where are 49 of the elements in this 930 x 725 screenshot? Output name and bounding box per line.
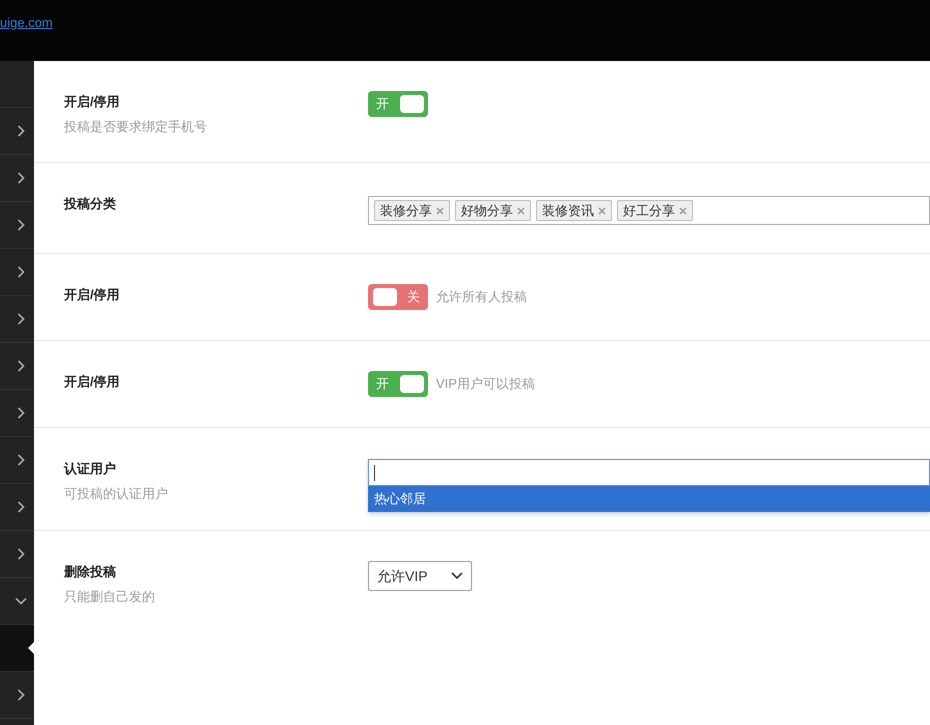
chevron-icon xyxy=(17,172,25,184)
setting-label: 开启/停用 xyxy=(64,286,121,304)
toggle-switch[interactable]: 关 xyxy=(368,284,428,310)
toggle-label: 关 xyxy=(406,288,421,306)
chevron-icon xyxy=(17,313,25,325)
setting-label: 投稿分类 xyxy=(64,195,117,213)
suggestion-option[interactable]: 热心邻居 xyxy=(368,486,930,512)
setting-description: 只能删自己发的 xyxy=(64,588,156,606)
setting-label: 开启/停用 xyxy=(64,373,121,391)
hint-text: VIP用户可以投稿 xyxy=(436,375,535,394)
toggle-switch[interactable]: 开 xyxy=(368,91,428,117)
sidebar-item[interactable] xyxy=(0,625,34,672)
chevron-icon xyxy=(17,454,25,466)
setting-label: 删除投稿 xyxy=(64,563,117,581)
setting-description: 投稿是否要求绑定手机号 xyxy=(64,118,208,136)
site-link[interactable]: uige.com xyxy=(0,12,53,32)
tag-label: 装修资讯 xyxy=(542,202,594,220)
toggle-knob xyxy=(400,375,424,393)
remove-icon[interactable] xyxy=(679,206,687,214)
chevron-icon xyxy=(17,689,25,701)
chevron-icon xyxy=(17,125,25,137)
toggle-knob xyxy=(400,95,424,113)
chevron-icon xyxy=(17,266,25,278)
chevron-icon xyxy=(17,360,25,372)
remove-icon[interactable] xyxy=(598,206,606,214)
toggle-label: 开 xyxy=(375,95,390,114)
text-cursor xyxy=(374,464,375,480)
setting-label: 开启/停用 xyxy=(64,93,121,111)
toggle-switch[interactable]: 开 xyxy=(368,371,428,397)
search-field[interactable] xyxy=(368,459,930,486)
pointer-icon xyxy=(28,642,34,654)
chevron-icon xyxy=(17,407,25,419)
chevron-down-icon xyxy=(451,572,463,580)
hint-text: 允许所有人投稿 xyxy=(436,288,527,306)
tag-label: 好物分享 xyxy=(461,202,513,220)
chevron-icon xyxy=(17,548,25,560)
chevron-icon xyxy=(15,597,27,605)
remove-icon[interactable] xyxy=(517,206,525,214)
setting-description: 可投稿的认证用户 xyxy=(64,484,169,502)
setting-label: 认证用户 xyxy=(64,460,117,478)
tag-input[interactable]: 装修分享 好物分享 装修资讯 好工分享 xyxy=(368,196,930,225)
toggle-knob xyxy=(372,288,396,306)
select-dropdown[interactable]: 允许VIP xyxy=(368,561,472,591)
toggle-label: 开 xyxy=(375,375,390,394)
chevron-icon xyxy=(17,219,25,231)
tag-label: 装修分享 xyxy=(380,202,432,220)
remove-icon[interactable] xyxy=(436,206,444,214)
tag-label: 好工分享 xyxy=(623,202,675,220)
chevron-icon xyxy=(17,501,25,513)
